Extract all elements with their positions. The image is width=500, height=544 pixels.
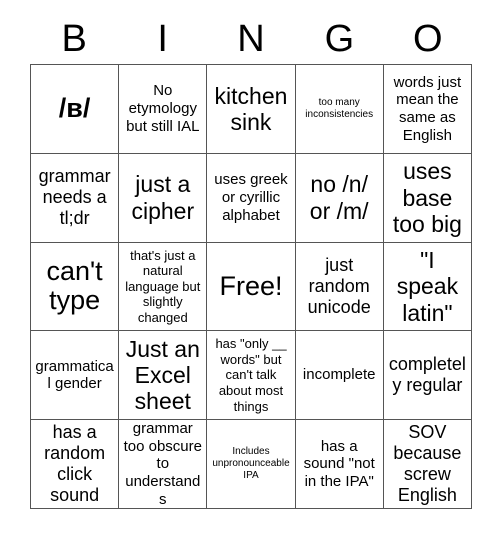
- bingo-letter-i: I: [157, 18, 168, 60]
- bingo-cell-label: uses greek or cyrillic alphabet: [214, 171, 288, 224]
- bingo-cell-label: completely regular: [388, 354, 466, 396]
- bingo-cell[interactable]: too many inconsistencies: [295, 65, 384, 154]
- bingo-cell[interactable]: uses greek or cyrillic alphabet: [207, 153, 296, 243]
- bingo-card: B I N G O /в/No etymology but still IAL k…: [30, 14, 472, 509]
- bingo-cell[interactable]: grammar too obscure to understands: [119, 420, 208, 509]
- bingo-cell-label: Free!: [219, 270, 283, 301]
- bingo-cell-label: can't type: [46, 255, 103, 316]
- bingo-cell[interactable]: /в/: [31, 65, 120, 154]
- bingo-cell-label: words just mean the same as English: [393, 73, 462, 144]
- bingo-cell-label: that's just a natural language but sligh…: [125, 247, 201, 325]
- bingo-cell-label: just random unicode: [307, 255, 371, 317]
- bingo-letter-o: O: [413, 18, 443, 60]
- bingo-cell[interactable]: that's just a natural language but sligh…: [119, 242, 208, 332]
- bingo-cell[interactable]: words just mean the same as English: [383, 65, 472, 154]
- bingo-cell[interactable]: just random unicode: [295, 242, 384, 332]
- bingo-cell[interactable]: Just an Excel sheet: [119, 331, 208, 421]
- bingo-cell-label: /в/: [58, 93, 91, 124]
- bingo-cell[interactable]: No etymology but still IAL: [119, 65, 208, 154]
- bingo-cell[interactable]: has a random click sound: [31, 420, 120, 509]
- bingo-cell-label: "I speak latin": [396, 247, 459, 326]
- bingo-cell[interactable]: Includes unpronounceable IPA: [207, 420, 296, 509]
- bingo-cell[interactable]: just a cipher: [119, 153, 208, 243]
- bingo-cell[interactable]: incomplete: [295, 331, 384, 421]
- bingo-cell[interactable]: has a sound "not in the IPA": [295, 420, 384, 509]
- bingo-cell-label: incomplete: [302, 366, 376, 384]
- bingo-cell-label: SOV because screw English: [393, 422, 462, 505]
- bingo-cell-label: has a random click sound: [44, 422, 106, 505]
- bingo-letter-n: N: [237, 18, 265, 60]
- bingo-grid: /в/No etymology but still IAL kitchen sin…: [30, 64, 472, 509]
- bingo-letter-b: B: [61, 18, 87, 60]
- bingo-cell-label: grammar too obscure to understands: [123, 420, 202, 508]
- bingo-cell-label: Just an Excel sheet: [125, 335, 200, 415]
- bingo-cell[interactable]: SOV because screw English: [383, 420, 472, 509]
- bingo-cell[interactable]: grammatical gender: [31, 331, 120, 421]
- bingo-cell-label: grammatical gender: [35, 357, 114, 393]
- bingo-cell-label: grammar needs a tl;dr: [38, 166, 111, 229]
- bingo-cell-label: too many inconsistencies: [305, 96, 374, 120]
- bingo-cell-label: No etymology but still IAL: [126, 82, 200, 135]
- bingo-cell-label: has a sound "not in the IPA": [303, 437, 375, 490]
- bingo-cell-label: no /n/ or /m/: [309, 171, 369, 224]
- bingo-cell-label: kitchen sink: [214, 82, 288, 135]
- bingo-cell[interactable]: can't type: [31, 242, 120, 332]
- bingo-cell-label: uses base too big: [392, 158, 462, 237]
- bingo-cell[interactable]: kitchen sink: [207, 65, 296, 154]
- bingo-cell[interactable]: "I speak latin": [383, 242, 472, 332]
- bingo-letter-g: G: [324, 18, 355, 60]
- bingo-cell[interactable]: completely regular: [383, 331, 472, 421]
- bingo-cell[interactable]: uses base too big: [383, 153, 472, 243]
- bingo-cell-label: has "only __ words" but can't talk about…: [215, 336, 287, 414]
- bingo-cell[interactable]: no /n/ or /m/: [295, 153, 384, 243]
- bingo-cell[interactable]: has "only __ words" but can't talk about…: [207, 331, 296, 421]
- bingo-title-row: B I N G O: [30, 14, 472, 64]
- bingo-cell-label: Includes unpronounceable IPA: [212, 445, 290, 482]
- bingo-cell[interactable]: grammar needs a tl;dr: [31, 153, 120, 243]
- bingo-cell-free-space[interactable]: Free!: [207, 242, 296, 332]
- bingo-cell-label: just a cipher: [131, 171, 195, 224]
